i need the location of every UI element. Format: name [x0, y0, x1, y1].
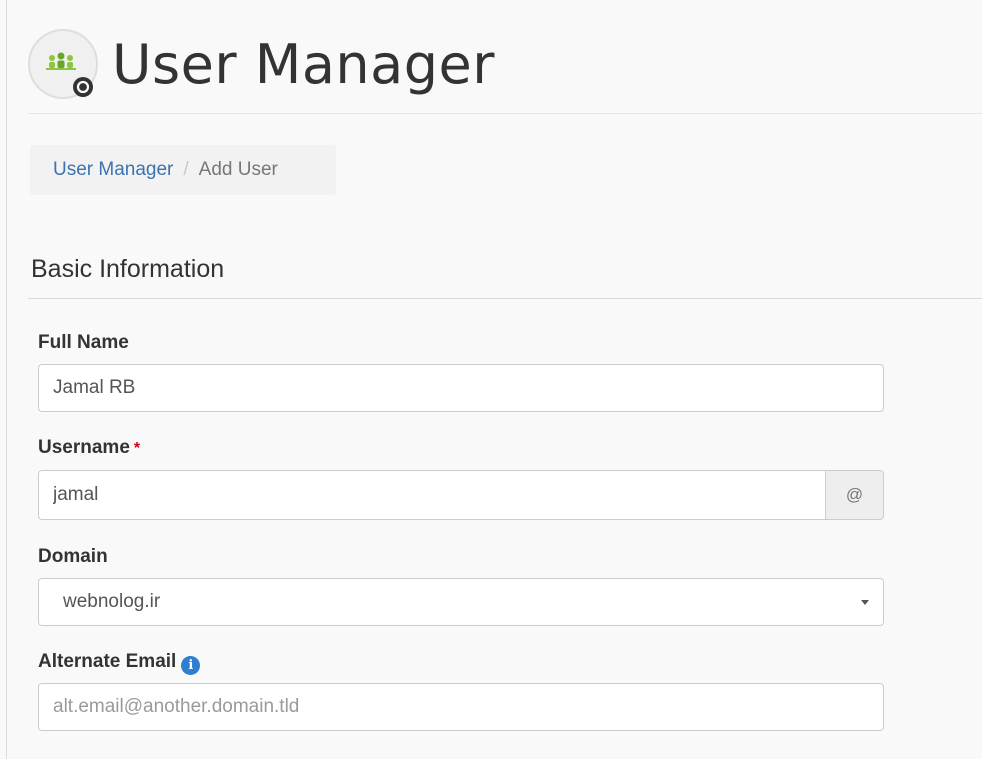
domain-selected-value: webnolog.ir	[63, 591, 161, 612]
info-icon[interactable]: i	[181, 656, 201, 675]
left-border	[6, 0, 7, 759]
alternate-email-input[interactable]	[38, 683, 884, 731]
page: User Manager User Manager / Add User Bas…	[0, 0, 982, 759]
domain-label-text: Domain	[38, 546, 108, 567]
full-name-input[interactable]	[38, 364, 884, 412]
breadcrumb-link-user-manager[interactable]: User Manager	[53, 159, 173, 181]
domain-label: Domain	[38, 546, 108, 568]
section-divider	[28, 298, 982, 299]
alternate-email-label-text: Alternate Email	[38, 651, 177, 672]
full-name-label-text: Full Name	[38, 332, 129, 353]
username-label: Username *	[38, 437, 140, 459]
domain-select[interactable]: webnolog.ir	[38, 578, 884, 626]
breadcrumb-separator: /	[183, 159, 189, 180]
required-indicator: *	[133, 440, 141, 457]
username-label-text: Username	[38, 437, 130, 458]
chevron-down-icon	[861, 599, 869, 605]
page-title: User Manager	[112, 32, 495, 96]
breadcrumb: User Manager / Add User	[30, 145, 336, 195]
full-name-label: Full Name	[38, 332, 129, 354]
at-sign-addon: @	[826, 470, 884, 520]
username-input-group: @	[38, 470, 884, 520]
user-manager-icon	[28, 29, 98, 99]
username-input[interactable]	[38, 470, 826, 520]
alternate-email-label: Alternate Email i	[38, 651, 201, 675]
header-divider	[28, 113, 982, 114]
breadcrumb-current: Add User	[198, 159, 278, 180]
section-title: Basic Information	[31, 255, 225, 283]
page-header: User Manager	[28, 24, 495, 104]
